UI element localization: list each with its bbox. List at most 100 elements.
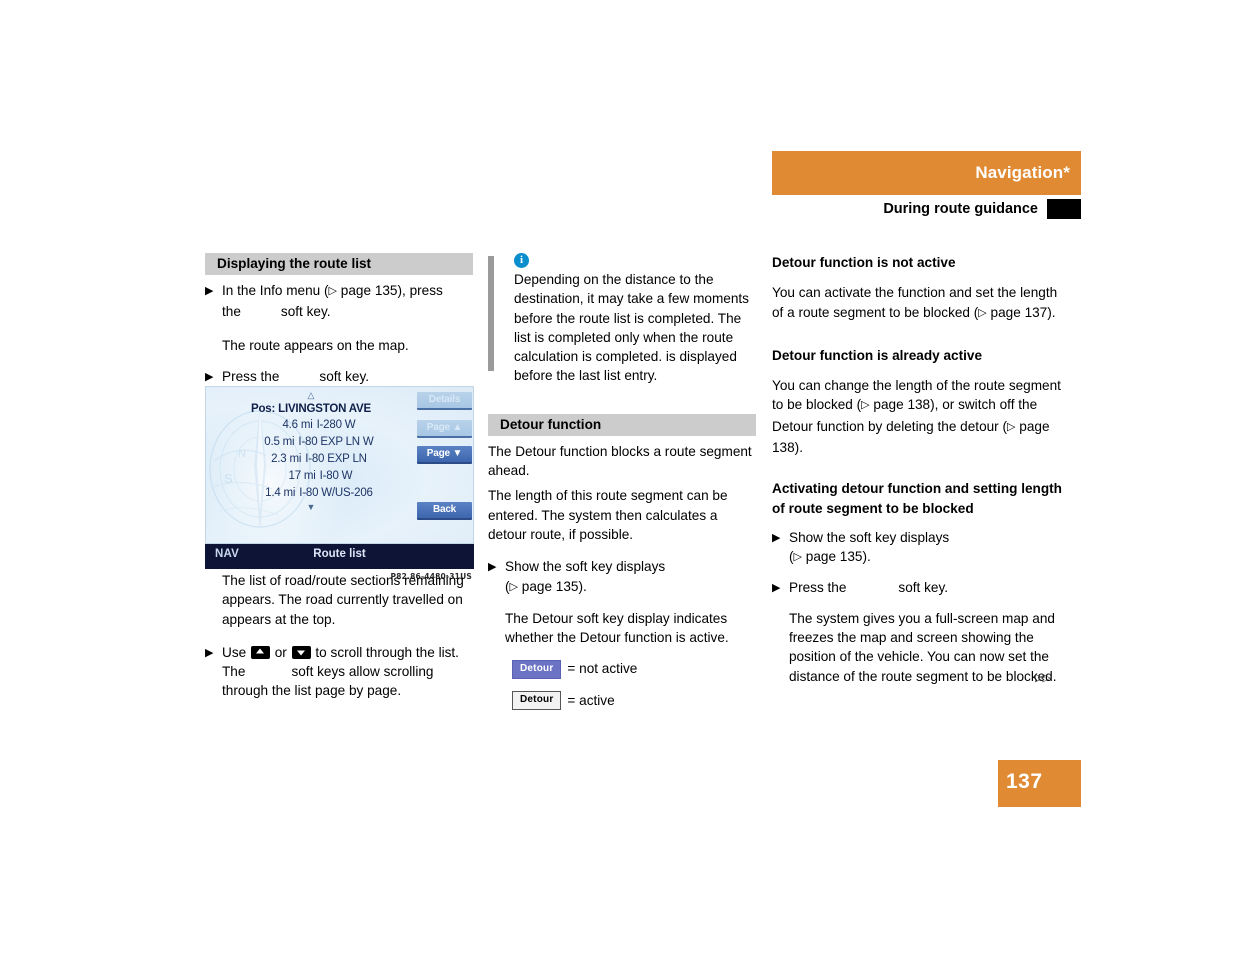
page-number-box: 137 — [998, 760, 1081, 807]
bullet-triangle-icon: ▶ — [205, 646, 214, 659]
row-distance: 1.4 mi — [265, 487, 296, 499]
after-figure-text: The list of road/route sections remainin… — [222, 573, 464, 627]
info-note-text: Depending on the distance to the destina… — [514, 272, 749, 384]
list-item: ▶ Press the soft key. — [205, 367, 473, 387]
route-list-row: 4.6 mi I-280 W — [206, 417, 416, 434]
page-ref-137: page 137). — [990, 304, 1056, 320]
row-distance: 2.3 mi — [271, 453, 302, 465]
section-header-detour-function: Detour function — [488, 413, 756, 436]
scroll-down-key-icon[interactable] — [291, 645, 311, 659]
nav-screen: S N △ Pos: LIVINGSTON AVE 4.6 mi I-280 W … — [205, 386, 474, 544]
row-distance: 17 mi — [288, 470, 316, 482]
scroll-up-key-icon[interactable] — [250, 645, 270, 659]
missing-softkey-glyph — [245, 662, 291, 681]
list-item: ▶ Use or to scroll through the list. The… — [205, 643, 473, 701]
route-list-row: 1.4 mi I-80 W/US-206 — [206, 485, 416, 502]
row-road: I-80 EXP LN W — [298, 436, 374, 448]
row-road: I-280 W — [316, 419, 356, 431]
result-paragraph-row: The route appears on the map. — [205, 328, 473, 355]
current-position-label: Pos: LIVINGSTON AVE — [251, 403, 371, 415]
scroll-up-caret-icon: △ — [307, 390, 315, 400]
bullet-triangle-icon: ▶ — [772, 531, 781, 544]
press-softkey-a: Press the — [222, 368, 280, 384]
detour-inactive-caption: = not active — [567, 661, 638, 677]
route-list-row: 17 mi I-80 W — [206, 468, 416, 485]
left-column: Displaying the route list ▶ In the Info … — [205, 253, 473, 387]
header-subtitle-row: During route guidance — [772, 195, 1081, 222]
info-menu-prefix: In the Info menu ( — [222, 283, 329, 298]
softkey-page-down[interactable]: Page ▼ — [417, 446, 472, 464]
bullet-triangle-icon: ▶ — [205, 370, 214, 383]
list-item: ▶ Press the soft key. — [772, 578, 1062, 598]
page-ref-135: page 135), press — [340, 283, 443, 298]
result-paragraph-row: The list of road/route sections remainin… — [205, 571, 473, 629]
list-item-text: In the Info menu (▷ page 135), press the… — [222, 281, 473, 322]
missing-softkey-glyph — [241, 302, 281, 321]
page-ref-triangle-icon: ▷ — [861, 399, 870, 412]
softkey-back[interactable]: Back — [417, 502, 472, 520]
softkey-details[interactable]: Details — [417, 392, 472, 410]
list-item: ▶ Show the soft key displays (▷ page 135… — [488, 557, 756, 598]
detour-softkey-inactive-badge[interactable]: Detour — [512, 659, 562, 679]
page-ref-triangle-icon: ▷ — [978, 306, 987, 319]
show-softkeys-text: Show the soft key displays — [789, 529, 950, 545]
heading-detour-already-active: Detour function is already active — [772, 347, 983, 363]
missing-softkey-glyph — [846, 578, 898, 597]
page-number: 137 — [1006, 770, 1043, 793]
softkey-page-up[interactable]: Page ▲ — [417, 420, 472, 438]
nav-device-figure: S N △ Pos: LIVINGSTON AVE 4.6 mi I-280 W … — [205, 386, 474, 581]
page-subtitle: During route guidance — [883, 200, 1038, 217]
result-text: The route appears on the map. — [222, 337, 409, 353]
list-item-text: Show the soft key displays (▷ page 135). — [505, 559, 666, 594]
missing-softkey-glyph — [279, 367, 319, 386]
route-list-row: 2.3 mi I-80 EXP LN — [206, 451, 416, 468]
chapter-tab-marker — [1047, 198, 1081, 219]
nav-screen-title: Route list — [313, 548, 366, 560]
row-distance: 0.5 mi — [264, 436, 295, 448]
right-column: Detour function is not active You can ac… — [772, 253, 1062, 686]
row-distance: 4.6 mi — [282, 419, 313, 431]
show-softkeys-text: Show the soft key displays — [505, 559, 666, 575]
list-item-text: Use or to scroll through the list. The s… — [222, 643, 473, 701]
softkey-sentence-b: soft key. — [280, 304, 331, 320]
activating-result-text: The system gives you a full-screen map a… — [789, 610, 1057, 684]
detour-paragraph-1: The Detour function blocks a route segme… — [488, 443, 752, 479]
page-ref-triangle-icon: ▷ — [328, 285, 338, 297]
page-header: Navigation* During route guidance — [772, 151, 1081, 222]
press-softkey-b: soft key. — [319, 368, 370, 384]
detour-inactive-legend: Detour = not active — [512, 659, 756, 679]
nav-softkey-column: Details Page ▲ Page ▼ Back — [416, 387, 473, 543]
scroll-instruction-a: Use — [222, 644, 247, 660]
bullet-triangle-icon: ▶ — [205, 285, 214, 297]
detour-softkey-active-badge[interactable]: Detour — [512, 690, 562, 710]
detour-active-caption: = active — [567, 692, 615, 708]
result-paragraph-row: The system gives you a full-screen map a… — [772, 609, 1062, 686]
page-ref-triangle-icon: ▷ — [793, 551, 802, 564]
continuation-arrow-icon: ▷▷ — [1035, 671, 1051, 684]
page-ref-triangle-icon: ▷ — [1007, 420, 1016, 433]
row-road: I-80 W — [319, 470, 353, 482]
bullet-triangle-icon: ▶ — [488, 561, 497, 574]
row-road: I-80 EXP LN — [305, 453, 367, 465]
info-note-sidebar — [488, 256, 494, 371]
row-road: I-80 W/US-206 — [299, 487, 373, 499]
press-softkey-a: Press the — [789, 579, 847, 595]
left-column-continued: The list of road/route sections remainin… — [205, 565, 473, 701]
result-paragraph-row: The Detour soft key display indicates wh… — [488, 609, 756, 648]
detour-paragraph-2: The length of this route segment can be … — [488, 488, 728, 542]
route-list: △ Pos: LIVINGSTON AVE 4.6 mi I-280 W 0.5 … — [206, 387, 416, 513]
middle-column: i Depending on the distance to the desti… — [488, 253, 756, 710]
bullet-triangle-icon: ▶ — [772, 581, 781, 594]
section-header-displaying-route-list: Displaying the route list — [205, 253, 473, 275]
list-item-text: Press the soft key. — [789, 578, 1062, 598]
heading-activating-detour: Activating detour function and setting l… — [772, 481, 1062, 516]
detour-already-active-paragraph: You can change the length of the route s… — [772, 376, 1062, 457]
scroll-instruction-b: or — [274, 644, 287, 660]
page-title: Navigation* — [975, 163, 1070, 182]
info-circle-icon: i — [514, 253, 529, 268]
heading-detour-not-active: Detour function is not active — [772, 255, 956, 270]
